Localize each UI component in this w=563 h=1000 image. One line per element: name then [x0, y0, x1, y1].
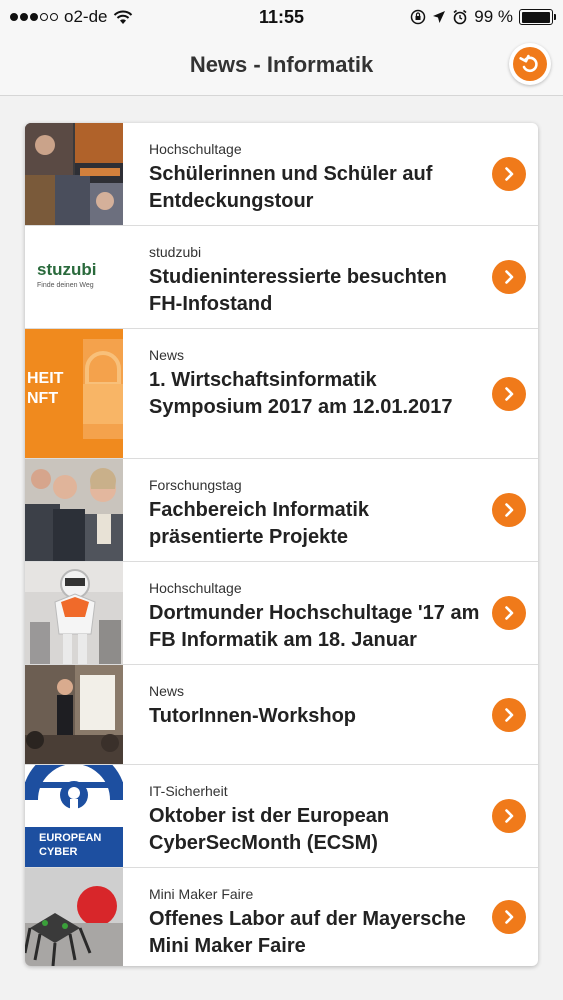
alarm-icon [453, 9, 467, 25]
status-right: 99 % [410, 7, 556, 27]
news-text: News TutorInnen-Workshop [123, 665, 538, 764]
news-title: TutorInnen-Workshop [149, 705, 357, 727]
news-text: Hochschultage Schülerinnen und Schüler a… [123, 123, 538, 225]
news-category: IT-Sicherheit [149, 783, 228, 799]
news-text: Forschungstag Fachbereich Informatik prä… [123, 459, 538, 561]
news-item[interactable]: HEIT NFT News 1. Wirtschaftsinformatik S… [25, 329, 538, 459]
news-item[interactable]: Mini Maker Faire Offenes Labor auf der M… [25, 868, 538, 966]
news-category: Forschungstag [149, 477, 242, 493]
chevron-right-icon[interactable] [492, 799, 526, 833]
news-title: Studieninteressierte besuchten FH-Infost… [149, 266, 447, 315]
news-thumbnail: EUROPEAN CYBER [25, 765, 123, 867]
news-thumbnail [25, 868, 123, 966]
news-thumbnail [25, 123, 123, 225]
navigation-bar: News - Informatik [0, 34, 563, 96]
chevron-right-icon[interactable] [492, 376, 526, 411]
news-item[interactable]: Hochschultage Schülerinnen und Schüler a… [25, 123, 538, 226]
news-category: Hochschultage [149, 580, 242, 596]
news-text: Hochschultage Dortmunder Hochschultage '… [123, 562, 538, 664]
page-title: News - Informatik [189, 51, 374, 77]
news-title: Schülerinnen und Schüler auf Entdeckungs… [149, 163, 433, 212]
thumbnail-text: HEIT NFT [27, 370, 64, 407]
news-title: Offenes Labor auf der Mayersche Mini Mak… [149, 908, 466, 957]
carrier-label: o2-de [64, 7, 108, 26]
news-item[interactable]: Hochschultage Dortmunder Hochschultage '… [25, 562, 538, 665]
news-category: studzubi [149, 244, 202, 260]
thumbnail-text: EUROPEAN CYBER [39, 832, 102, 858]
news-text: News 1. Wirtschaftsinformatik Symposium … [123, 329, 538, 458]
news-item[interactable]: EUROPEAN CYBER IT-Sicherheit Oktober ist… [25, 765, 538, 868]
news-category: News [149, 683, 185, 699]
battery-icon [519, 9, 556, 25]
back-button[interactable] [509, 43, 551, 85]
news-text: IT-Sicherheit Oktober ist der European C… [123, 765, 538, 867]
news-category: News [149, 347, 185, 363]
status-bar: o2-de 11:55 99 % [0, 0, 563, 34]
stuzubi-logo: stuzubi Finde deinen Weg [37, 260, 97, 289]
chevron-right-icon[interactable] [492, 596, 526, 630]
chevron-right-icon[interactable] [492, 900, 526, 934]
news-thumbnail [25, 562, 123, 664]
signal-strength-icon [10, 13, 58, 21]
news-category: Hochschultage [149, 141, 242, 157]
news-text: Mini Maker Faire Offenes Labor auf der M… [123, 868, 538, 966]
news-item[interactable]: Forschungstag Fachbereich Informatik prä… [25, 459, 538, 562]
news-thumbnail: stuzubi Finde deinen Weg [25, 226, 123, 328]
chevron-right-icon[interactable] [492, 493, 526, 527]
chevron-right-icon[interactable] [492, 157, 526, 191]
undo-arrow-icon [513, 47, 547, 81]
chevron-right-icon[interactable] [492, 697, 526, 732]
chevron-right-icon[interactable] [492, 260, 526, 294]
news-thumbnail [25, 665, 123, 764]
news-title: Dortmunder Hochschultage '17 am FB Infor… [149, 602, 480, 651]
orientation-lock-icon [411, 9, 426, 25]
news-title: Oktober ist der European CyberSecMonth (… [149, 805, 390, 854]
location-icon [433, 11, 446, 23]
news-thumbnail: HEIT NFT [25, 329, 123, 458]
status-left: o2-de [10, 7, 133, 27]
news-item[interactable]: stuzubi Finde deinen Weg studzubi Studie… [25, 226, 538, 329]
news-title: Fachbereich Informatik präsentierte Proj… [149, 499, 370, 548]
news-item[interactable]: News TutorInnen-Workshop [25, 665, 538, 765]
news-thumbnail [25, 459, 123, 561]
news-title: 1. Wirtschaftsinformatik Symposium 2017 … [149, 369, 453, 418]
news-list: Hochschultage Schülerinnen und Schüler a… [25, 123, 538, 966]
news-text: studzubi Studieninteressierte besuchten … [123, 226, 538, 328]
news-category: Mini Maker Faire [149, 886, 254, 902]
wifi-icon [114, 10, 133, 24]
battery-percent: 99 % [474, 7, 513, 26]
